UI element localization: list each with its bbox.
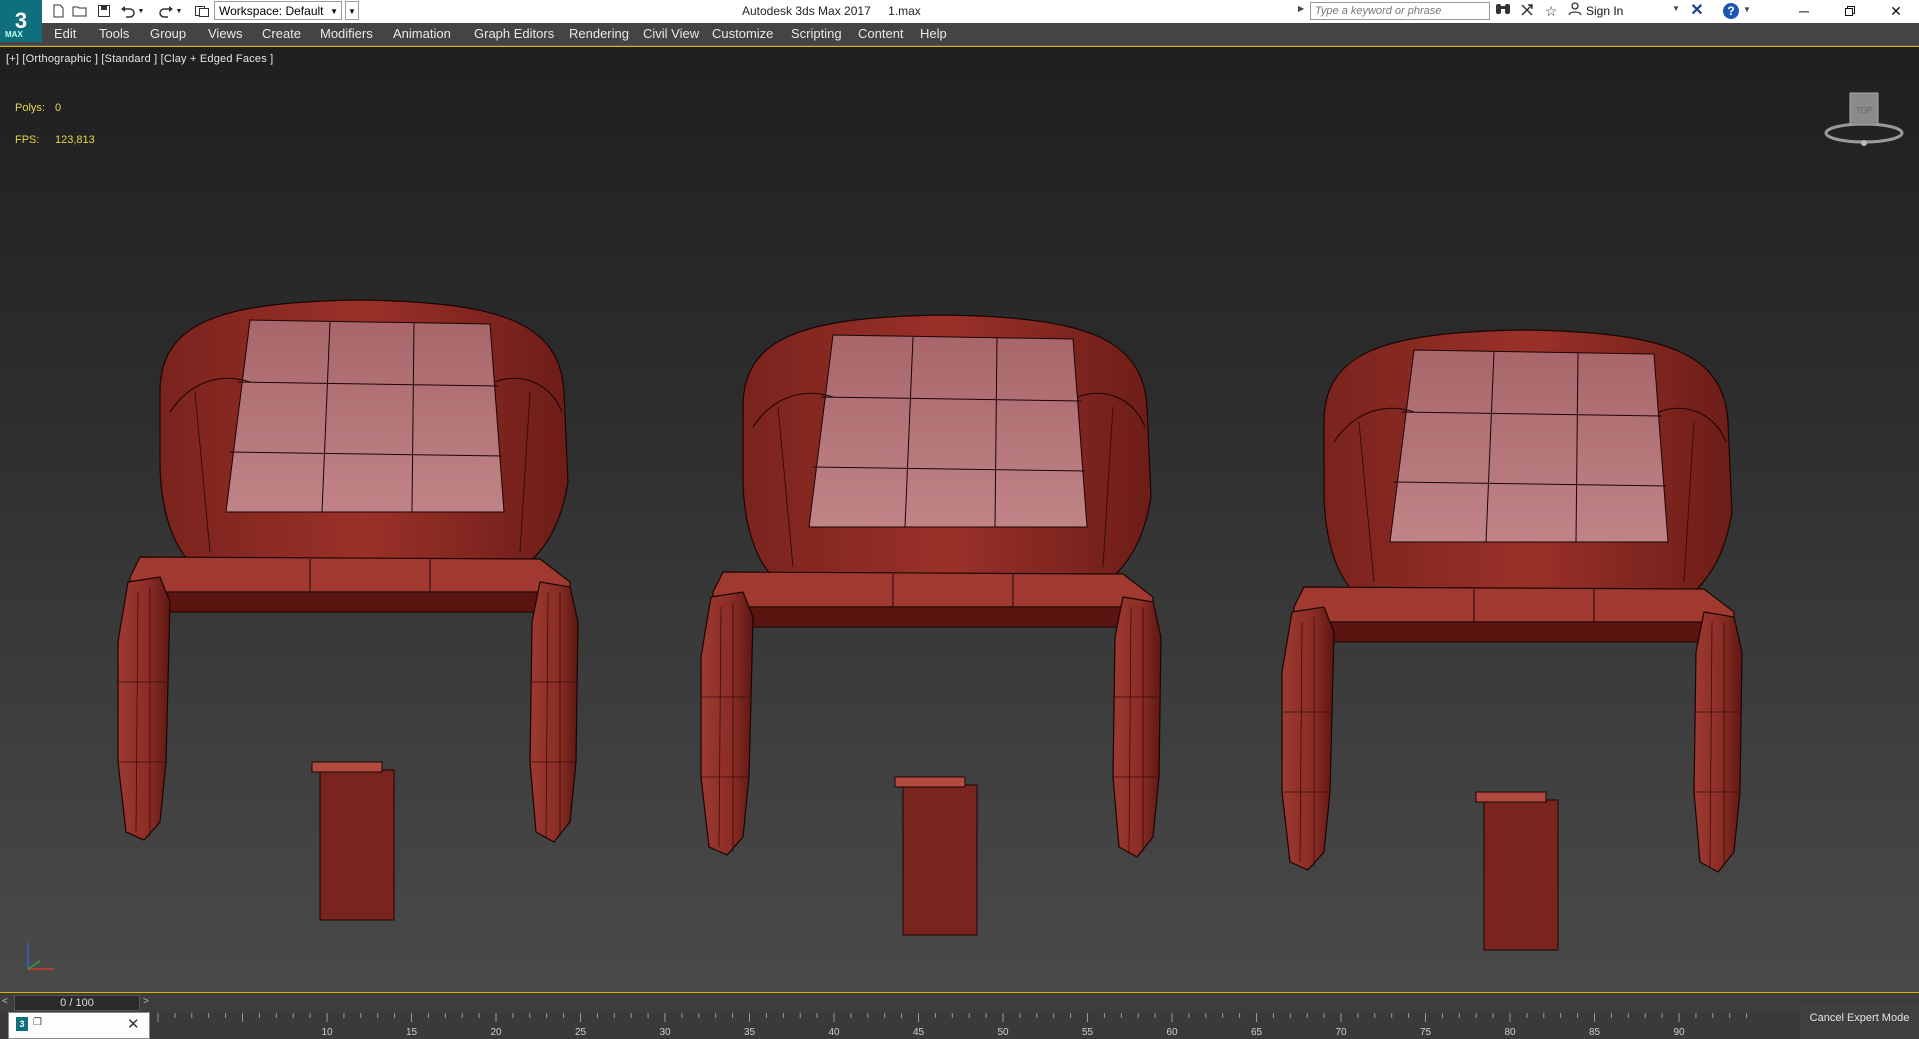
close-icon[interactable]: ✕ — [1873, 0, 1919, 23]
app-logo[interactable]: 3 MAX — [0, 0, 42, 42]
undo-icon[interactable] — [118, 2, 138, 20]
chevron-down-icon[interactable]: ▼ — [1672, 4, 1680, 13]
track-bar[interactable]: 101520253035404550556065707580859095100 — [150, 1013, 1750, 1039]
cancel-expert-mode-button[interactable]: Cancel Expert Mode — [1800, 1004, 1919, 1039]
menu-graph-editors[interactable]: Graph Editors — [474, 26, 554, 41]
track-tick-label: 30 — [659, 1027, 671, 1038]
binoculars-icon[interactable] — [1494, 2, 1512, 20]
search-expand-icon[interactable]: ▶ — [1298, 4, 1304, 13]
chevron-down-icon[interactable]: ▼ — [1743, 5, 1751, 14]
star-icon[interactable]: ☆ — [1542, 2, 1560, 20]
undo-dropdown-icon[interactable]: ▼ — [136, 2, 146, 20]
workspace-select[interactable]: Workspace: Default ▼ — [214, 1, 342, 20]
time-slider[interactable]: < 0 / 100 > — [0, 993, 1919, 1013]
workspace-menu-button[interactable]: ▼ — [345, 1, 359, 20]
chair-mesh-1[interactable] — [117, 299, 579, 921]
exchange-icon[interactable] — [1518, 2, 1536, 20]
menu-tools[interactable]: Tools — [99, 26, 129, 41]
project-folder-icon[interactable] — [192, 2, 212, 20]
menu-scripting[interactable]: Scripting — [791, 26, 842, 41]
menu-edit[interactable]: Edit — [54, 26, 76, 41]
chair-mesh-3[interactable] — [1281, 329, 1743, 951]
chevron-down-icon: ▼ — [330, 7, 338, 16]
redo-icon[interactable] — [156, 2, 176, 20]
viewcube-face-label: TOP — [1856, 106, 1872, 115]
perspective-viewport[interactable]: [+] [Orthographic ] [Standard ] [Clay + … — [0, 46, 1919, 993]
track-tick-label: 90 — [1673, 1027, 1685, 1038]
window-title: Autodesk 3ds Max 2017 1.max — [742, 4, 935, 18]
track-tick-label: 85 — [1589, 1027, 1601, 1038]
menu-customize[interactable]: Customize — [712, 26, 773, 41]
menu-create[interactable]: Create — [262, 26, 301, 41]
minimize-icon[interactable]: ─ — [1781, 0, 1827, 23]
close-icon[interactable]: ✕ — [127, 1015, 140, 1033]
menu-animation[interactable]: Animation — [393, 26, 451, 41]
menu-content[interactable]: Content — [858, 26, 904, 41]
x-exchange-icon[interactable]: ✕ — [1688, 2, 1706, 20]
track-tick-label: 55 — [1082, 1027, 1094, 1038]
workspace-label: Workspace: Default — [219, 4, 324, 18]
axis-gizmo — [27, 943, 54, 970]
menu-views[interactable]: Views — [208, 26, 242, 41]
help-icon[interactable]: ? — [1723, 3, 1739, 19]
new-file-icon[interactable] — [48, 2, 68, 20]
menu-modifiers[interactable]: Modifiers — [320, 26, 373, 41]
time-slider-thumb[interactable]: 0 / 100 — [14, 995, 140, 1011]
track-tick-label: 75 — [1420, 1027, 1432, 1038]
minimized-window-tab[interactable]: 3 ❐ ✕ — [8, 1012, 150, 1039]
track-tick-label: 80 — [1504, 1027, 1516, 1038]
menu-rendering[interactable]: Rendering — [569, 26, 629, 41]
chair-mesh-2[interactable] — [700, 314, 1162, 936]
track-tick-label: 70 — [1335, 1027, 1347, 1038]
menu-group[interactable]: Group — [150, 26, 186, 41]
track-tick-label: 40 — [828, 1027, 840, 1038]
app-title: Autodesk 3ds Max 2017 — [742, 4, 871, 18]
sign-in-link[interactable]: Sign In — [1586, 4, 1623, 18]
track-tick-label: 35 — [744, 1027, 756, 1038]
app-logo-small-icon: 3 — [16, 1017, 28, 1031]
track-tick-label: 15 — [406, 1027, 418, 1038]
save-icon[interactable] — [94, 2, 114, 20]
viewcube[interactable]: TOP — [1822, 83, 1906, 153]
search-input[interactable]: Type a keyword or phrase — [1310, 2, 1490, 20]
track-tick-label: 10 — [321, 1027, 333, 1038]
user-icon[interactable] — [1566, 2, 1584, 20]
open-file-icon[interactable] — [70, 2, 90, 20]
file-name: 1.max — [888, 4, 921, 18]
menu-bar: Edit Tools Group Views Create Modifiers … — [0, 23, 1919, 46]
time-slider-next-button[interactable]: > — [143, 996, 149, 1007]
track-tick-label: 60 — [1166, 1027, 1178, 1038]
track-tick-label: 20 — [490, 1027, 502, 1038]
track-tick-label: 50 — [997, 1027, 1009, 1038]
menu-civil-view[interactable]: Civil View — [643, 26, 699, 41]
menu-help[interactable]: Help — [920, 26, 947, 41]
restore-icon[interactable] — [1827, 0, 1873, 23]
track-tick-label: 45 — [913, 1027, 925, 1038]
time-slider-prev-button[interactable]: < — [2, 996, 8, 1007]
restore-icon[interactable]: ❐ — [33, 1017, 42, 1028]
title-bar: 3 MAX ▼ ▼ Workspace: Default ▼ ▼ Autodesk… — [0, 0, 1919, 42]
scene-objects[interactable] — [0, 47, 1919, 992]
redo-dropdown-icon[interactable]: ▼ — [174, 2, 184, 20]
track-tick-label: 25 — [575, 1027, 587, 1038]
track-tick-label: 65 — [1251, 1027, 1263, 1038]
